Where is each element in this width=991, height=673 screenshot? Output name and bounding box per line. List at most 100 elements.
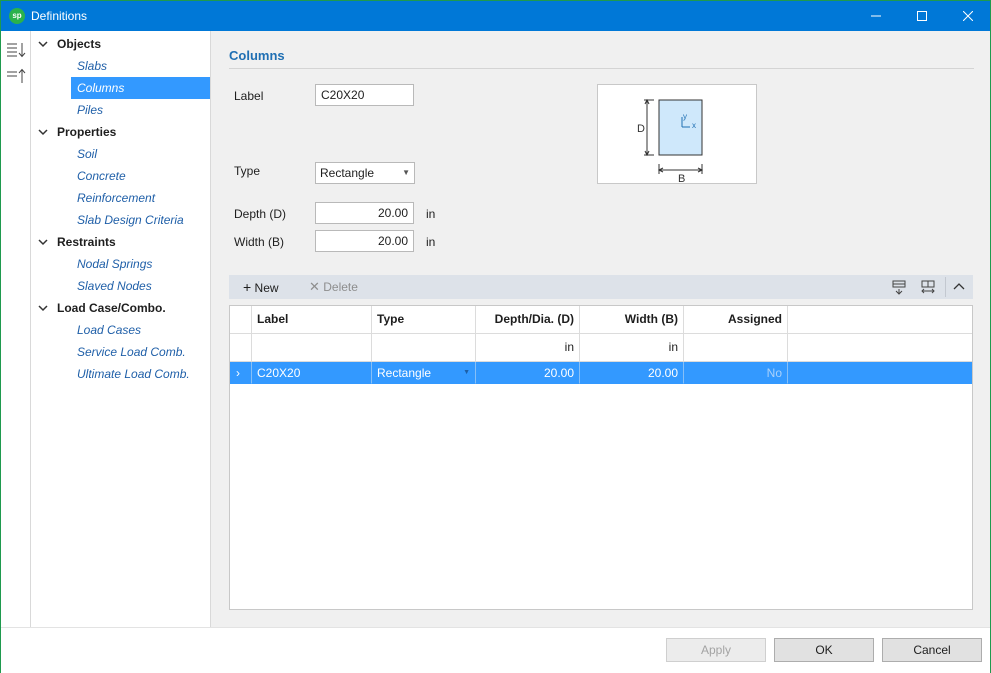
- columns-table: Label Type Depth/Dia. (D) Width (B) Assi…: [229, 305, 973, 610]
- depth-input[interactable]: [315, 202, 414, 224]
- axis-y-label: y: [683, 112, 687, 121]
- tree-item-label: Slabs: [77, 59, 108, 73]
- tree-item-nodal-springs[interactable]: Nodal Springs: [31, 253, 210, 275]
- chevron-down-icon[interactable]: [38, 33, 48, 55]
- tree-item-piles[interactable]: Piles: [31, 99, 210, 121]
- new-button[interactable]: + New: [243, 275, 279, 299]
- tree-item-slaved-nodes[interactable]: Slaved Nodes: [31, 275, 210, 297]
- app-icon: sp: [9, 8, 25, 24]
- apply-button[interactable]: Apply: [666, 638, 766, 662]
- tree-item-slabs[interactable]: Slabs: [31, 55, 210, 77]
- chevron-down-icon[interactable]: [38, 121, 48, 143]
- title-bar: sp Definitions: [1, 1, 990, 31]
- tree-item-label: Soil: [77, 147, 98, 161]
- tree-item-columns[interactable]: Columns: [71, 77, 210, 99]
- maximize-button[interactable]: [899, 1, 945, 31]
- tree-item-label: Columns: [77, 81, 125, 95]
- fit-columns-icon[interactable]: [920, 279, 936, 295]
- cell-type[interactable]: Rectangle ▼: [372, 362, 476, 384]
- tree-toolstrip: [1, 31, 31, 627]
- tree-item-label: Load Cases: [77, 323, 142, 337]
- column-header-label[interactable]: Label: [252, 306, 372, 334]
- close-button[interactable]: [945, 1, 991, 31]
- collapse-all-icon[interactable]: [6, 67, 26, 85]
- tree-item-slab-design-criteria[interactable]: Slab Design Criteria: [31, 209, 210, 231]
- delete-button[interactable]: ✕ Delete: [309, 275, 358, 299]
- unit-cell-type: [372, 334, 476, 362]
- axis-x-label: x: [692, 121, 696, 130]
- column-header-depth[interactable]: Depth/Dia. (D): [476, 306, 580, 334]
- type-dropdown-value: Rectangle: [320, 166, 375, 180]
- unit-cell-depth: in: [476, 334, 580, 362]
- fit-rows-icon[interactable]: [891, 279, 907, 295]
- tree-item-label: Ultimate Load Comb.: [77, 367, 190, 381]
- tree-group-label: Objects: [57, 37, 102, 51]
- section-title: Columns: [229, 48, 285, 63]
- tree-item-soil[interactable]: Soil: [31, 143, 210, 165]
- unit-cell-label: [252, 334, 372, 362]
- tree-item-service-load-comb[interactable]: Service Load Comb.: [31, 341, 210, 363]
- width-input[interactable]: [315, 230, 414, 252]
- tree-group-label: Load Case/Combo.: [57, 301, 166, 315]
- cell-assigned: No: [684, 362, 788, 384]
- window-title: Definitions: [31, 9, 88, 23]
- toolbar-separator: [945, 277, 946, 297]
- cell-depth[interactable]: 20.00: [476, 362, 580, 384]
- delete-button-label: Delete: [323, 280, 358, 294]
- tree-item-reinforcement[interactable]: Reinforcement: [31, 187, 210, 209]
- tree-item-ultimate-load-comb[interactable]: Ultimate Load Comb.: [31, 363, 210, 385]
- chevron-up-icon[interactable]: [951, 279, 967, 295]
- tree-item-label: Service Load Comb.: [77, 345, 186, 359]
- tree-item-label: Slab Design Criteria: [77, 213, 184, 227]
- tree-group-objects[interactable]: Objects: [31, 33, 210, 55]
- tree-group-label: Properties: [57, 125, 117, 139]
- type-dropdown[interactable]: Rectangle ▼: [315, 162, 415, 184]
- tree-group-properties[interactable]: Properties: [31, 121, 210, 143]
- dim-b-label: B: [678, 173, 685, 183]
- dialog-footer: Apply OK Cancel: [1, 627, 990, 673]
- chevron-down-icon[interactable]: [38, 231, 48, 253]
- dim-d-label: D: [637, 123, 645, 135]
- new-button-label: New: [254, 281, 279, 295]
- chevron-down-icon[interactable]: [38, 297, 48, 319]
- cell-label[interactable]: C20X20: [252, 362, 372, 384]
- units-row-header: [230, 334, 252, 362]
- cell-filler: [788, 362, 972, 384]
- tree-item-label: Reinforcement: [77, 191, 156, 205]
- tree-group-label: Restraints: [57, 235, 116, 249]
- row-selector-chevron-right-icon[interactable]: ›: [230, 362, 252, 384]
- tree-item-load-cases[interactable]: Load Cases: [31, 319, 210, 341]
- unit-cell-width: in: [580, 334, 684, 362]
- tree-item-label: Nodal Springs: [77, 257, 153, 271]
- minimize-button[interactable]: [853, 1, 899, 31]
- column-header-type[interactable]: Type: [372, 306, 476, 334]
- tree-item-concrete[interactable]: Concrete: [31, 165, 210, 187]
- close-icon: [963, 11, 973, 21]
- expand-all-icon[interactable]: [6, 41, 26, 59]
- maximize-icon: [917, 11, 927, 21]
- column-header-width[interactable]: Width (B): [580, 306, 684, 334]
- row-header-corner: [230, 306, 252, 334]
- depth-caption: Depth (D): [234, 207, 287, 221]
- cell-type-value: Rectangle: [377, 366, 432, 380]
- cell-width[interactable]: 20.00: [580, 362, 684, 384]
- type-caption: Type: [234, 164, 261, 178]
- label-input[interactable]: [315, 84, 414, 106]
- minimize-icon: [871, 15, 881, 17]
- tree-group-restraints[interactable]: Restraints: [31, 231, 210, 253]
- section-divider: [229, 68, 974, 69]
- cell-dropdown-arrow-icon: ▼: [463, 369, 470, 376]
- delete-x-icon: ✕: [309, 279, 320, 294]
- ok-button[interactable]: OK: [774, 638, 874, 662]
- definitions-tree: Objects Slabs Columns Piles Properties S…: [31, 31, 211, 627]
- tree-group-load-case-combo[interactable]: Load Case/Combo.: [31, 297, 210, 319]
- width-caption: Width (B): [234, 235, 285, 249]
- column-section-diagram: D B y x: [637, 98, 704, 185]
- columns-panel: Columns Label Type Rectangle ▼ Depth (D)…: [211, 31, 990, 627]
- tree-item-label: Slaved Nodes: [77, 279, 152, 293]
- cancel-button[interactable]: Cancel: [882, 638, 982, 662]
- tree-item-label: Concrete: [77, 169, 126, 183]
- depth-unit: in: [426, 207, 436, 221]
- column-header-assigned[interactable]: Assigned: [684, 306, 788, 334]
- column-header-filler: [788, 306, 972, 334]
